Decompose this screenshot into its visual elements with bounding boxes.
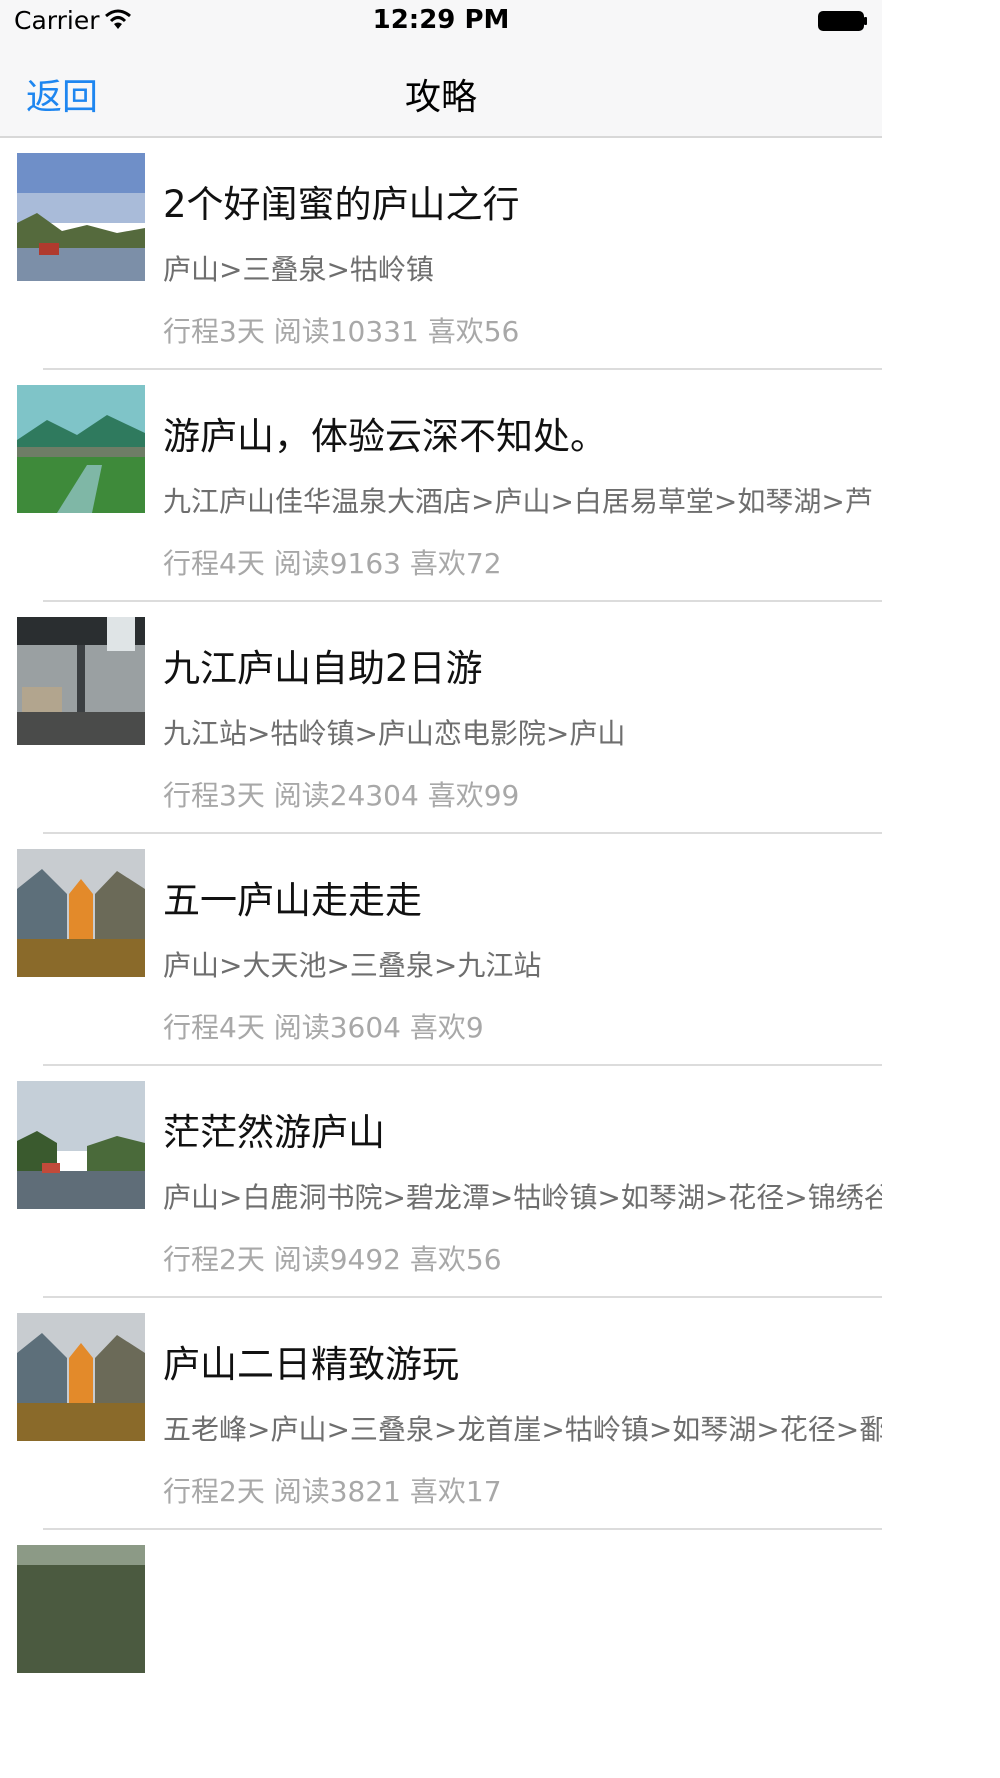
guide-route: 庐山>三叠泉>牯岭镇	[163, 253, 434, 286]
status-bar: Carrier 12:29 PM	[0, 0, 882, 44]
guide-title: 庐山二日精致游玩	[163, 1343, 459, 1386]
guide-stats: 行程2天 阅读3821 喜欢17	[163, 1475, 502, 1508]
guide-stats: 行程3天 阅读10331 喜欢56	[163, 315, 520, 348]
list-item[interactable]: 庐山二日精致游玩 五老峰>庐山>三叠泉>龙首崖>牯岭镇>如琴湖>花径>鄱 行程2…	[0, 1298, 882, 1530]
guide-stats: 行程2天 阅读9492 喜欢56	[163, 1243, 502, 1276]
guide-thumbnail	[17, 1313, 145, 1441]
guide-title: 五一庐山走走走	[163, 879, 422, 922]
navigation-bar: Carrier 12:29 PM 返回 攻略	[0, 0, 882, 138]
guide-thumbnail	[17, 385, 145, 513]
page-title: 攻略	[404, 77, 477, 118]
guide-route: 五老峰>庐山>三叠泉>龙首崖>牯岭镇>如琴湖>花径>鄱	[163, 1413, 882, 1446]
battery-icon	[818, 11, 868, 31]
guide-title: 茫茫然游庐山	[163, 1111, 385, 1154]
guide-title: 2个好闺蜜的庐山之行	[163, 183, 520, 226]
guide-title: 九江庐山自助2日游	[163, 647, 483, 690]
guide-route: 庐山>大天池>三叠泉>九江站	[163, 949, 542, 982]
guide-stats: 行程4天 阅读3604 喜欢9	[163, 1011, 484, 1044]
guide-stats: 行程3天 阅读24304 喜欢99	[163, 779, 520, 812]
guide-thumbnail	[17, 849, 145, 977]
guide-route: 九江站>牯岭镇>庐山恋电影院>庐山	[163, 717, 626, 750]
list-item[interactable]: 九江庐山自助2日游 九江站>牯岭镇>庐山恋电影院>庐山 行程3天 阅读24304…	[0, 602, 882, 834]
list-item[interactable]	[0, 1530, 882, 1762]
guide-thumbnail	[17, 617, 145, 745]
guide-route: 九江庐山佳华温泉大酒店>庐山>白居易草堂>如琴湖>芦	[163, 485, 873, 518]
list-item[interactable]: 游庐山，体验云深不知处。 九江庐山佳华温泉大酒店>庐山>白居易草堂>如琴湖>芦 …	[0, 370, 882, 602]
status-time: 12:29 PM	[372, 5, 510, 35]
guide-route: 庐山>白鹿洞书院>碧龙潭>牯岭镇>如琴湖>花径>锦绣谷	[163, 1181, 882, 1214]
list-item[interactable]: 2个好闺蜜的庐山之行 庐山>三叠泉>牯岭镇 行程3天 阅读10331 喜欢56	[0, 138, 882, 370]
guide-thumbnail	[17, 1081, 145, 1209]
blank-area	[882, 0, 1000, 1778]
guide-thumbnail	[17, 1545, 145, 1673]
list-item[interactable]: 茫茫然游庐山 庐山>白鹿洞书院>碧龙潭>牯岭镇>如琴湖>花径>锦绣谷 行程2天 …	[0, 1066, 882, 1298]
list-item[interactable]: 五一庐山走走走 庐山>大天池>三叠泉>九江站 行程4天 阅读3604 喜欢9	[0, 834, 882, 1066]
app-screen: Carrier 12:29 PM 返回 攻略 2个好闺蜜的庐山之行 庐山>三叠泉…	[0, 0, 882, 1778]
guide-stats: 行程4天 阅读9163 喜欢72	[163, 547, 502, 580]
guide-title: 游庐山，体验云深不知处。	[163, 415, 607, 458]
guide-thumbnail	[17, 153, 145, 281]
